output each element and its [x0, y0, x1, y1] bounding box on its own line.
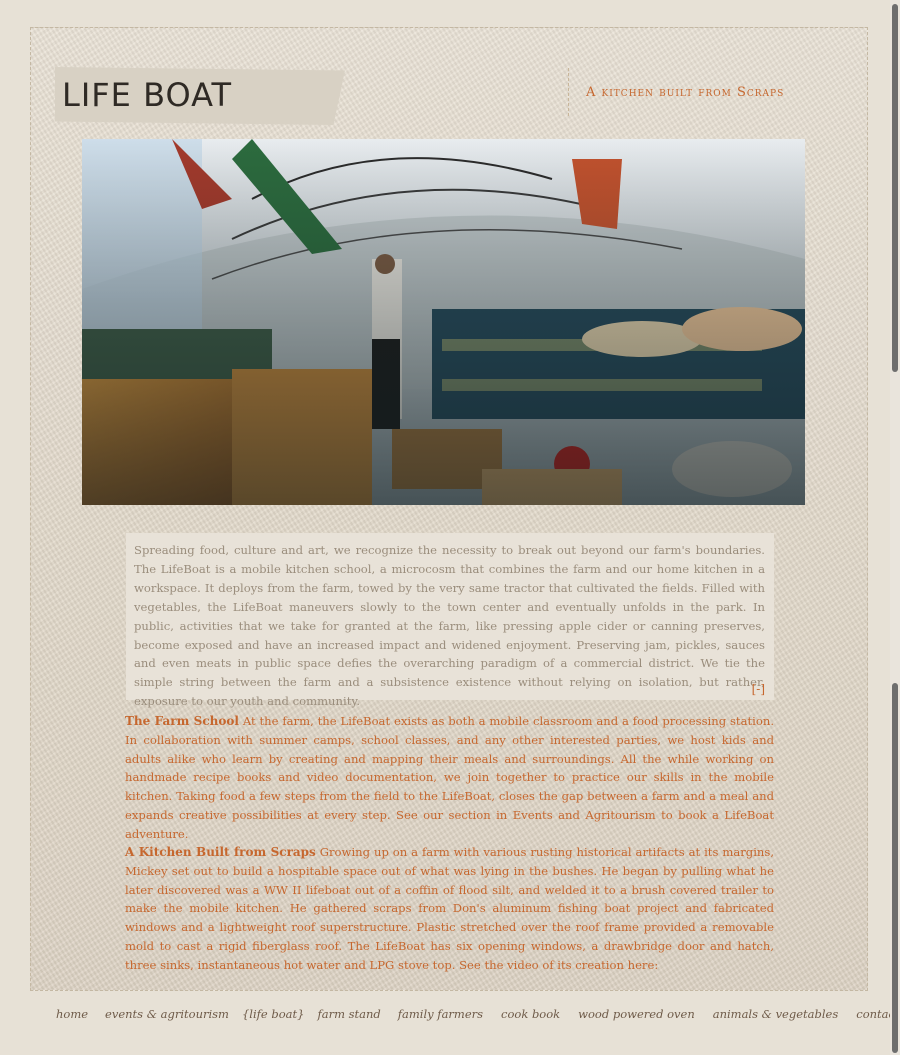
section-body: At the farm, the LifeBoat exists as both…	[125, 714, 775, 841]
nav-wood-powered-oven[interactable]: wood powered oven	[578, 1007, 695, 1021]
intro-panel: Spreading food, culture and art, we reco…	[126, 533, 774, 708]
hero-image	[82, 139, 805, 505]
scrollbar-thumb[interactable]	[892, 683, 898, 1053]
nav-life-boat[interactable]: {life boat}	[242, 1007, 304, 1021]
section-kitchen-built: A Kitchen Built from Scraps Growing up o…	[125, 843, 774, 975]
site-tagline: A kitchen built from Scraps	[586, 85, 785, 100]
tagline-divider	[568, 68, 569, 116]
nav-home[interactable]: home	[56, 1007, 88, 1021]
section-farm-school: The Farm School At the farm, the LifeBoa…	[125, 712, 774, 844]
nav-events-agritourism[interactable]: events & agritourism	[105, 1007, 229, 1021]
nav-family-farmers[interactable]: family farmers	[398, 1007, 483, 1021]
nav-animals-vegetables[interactable]: animals & vegetables	[713, 1007, 839, 1021]
footer-nav: home events & agritourism {life boat} fa…	[56, 1007, 900, 1021]
intro-text: Spreading food, culture and art, we reco…	[134, 543, 765, 709]
section-heading: The Farm School	[125, 714, 239, 728]
nav-farm-stand[interactable]: farm stand	[317, 1007, 380, 1021]
collapse-toggle[interactable]: [-]	[752, 682, 765, 696]
scrollbar[interactable]	[890, 0, 900, 1055]
section-heading: A Kitchen Built from Scraps	[125, 845, 316, 859]
site-logo[interactable]: LIFE BOAT	[62, 76, 232, 114]
nav-cook-book[interactable]: cook book	[501, 1007, 560, 1021]
section-body: Growing up on a farm with various rustin…	[125, 845, 774, 972]
scrollbar-thumb[interactable]	[892, 4, 898, 372]
